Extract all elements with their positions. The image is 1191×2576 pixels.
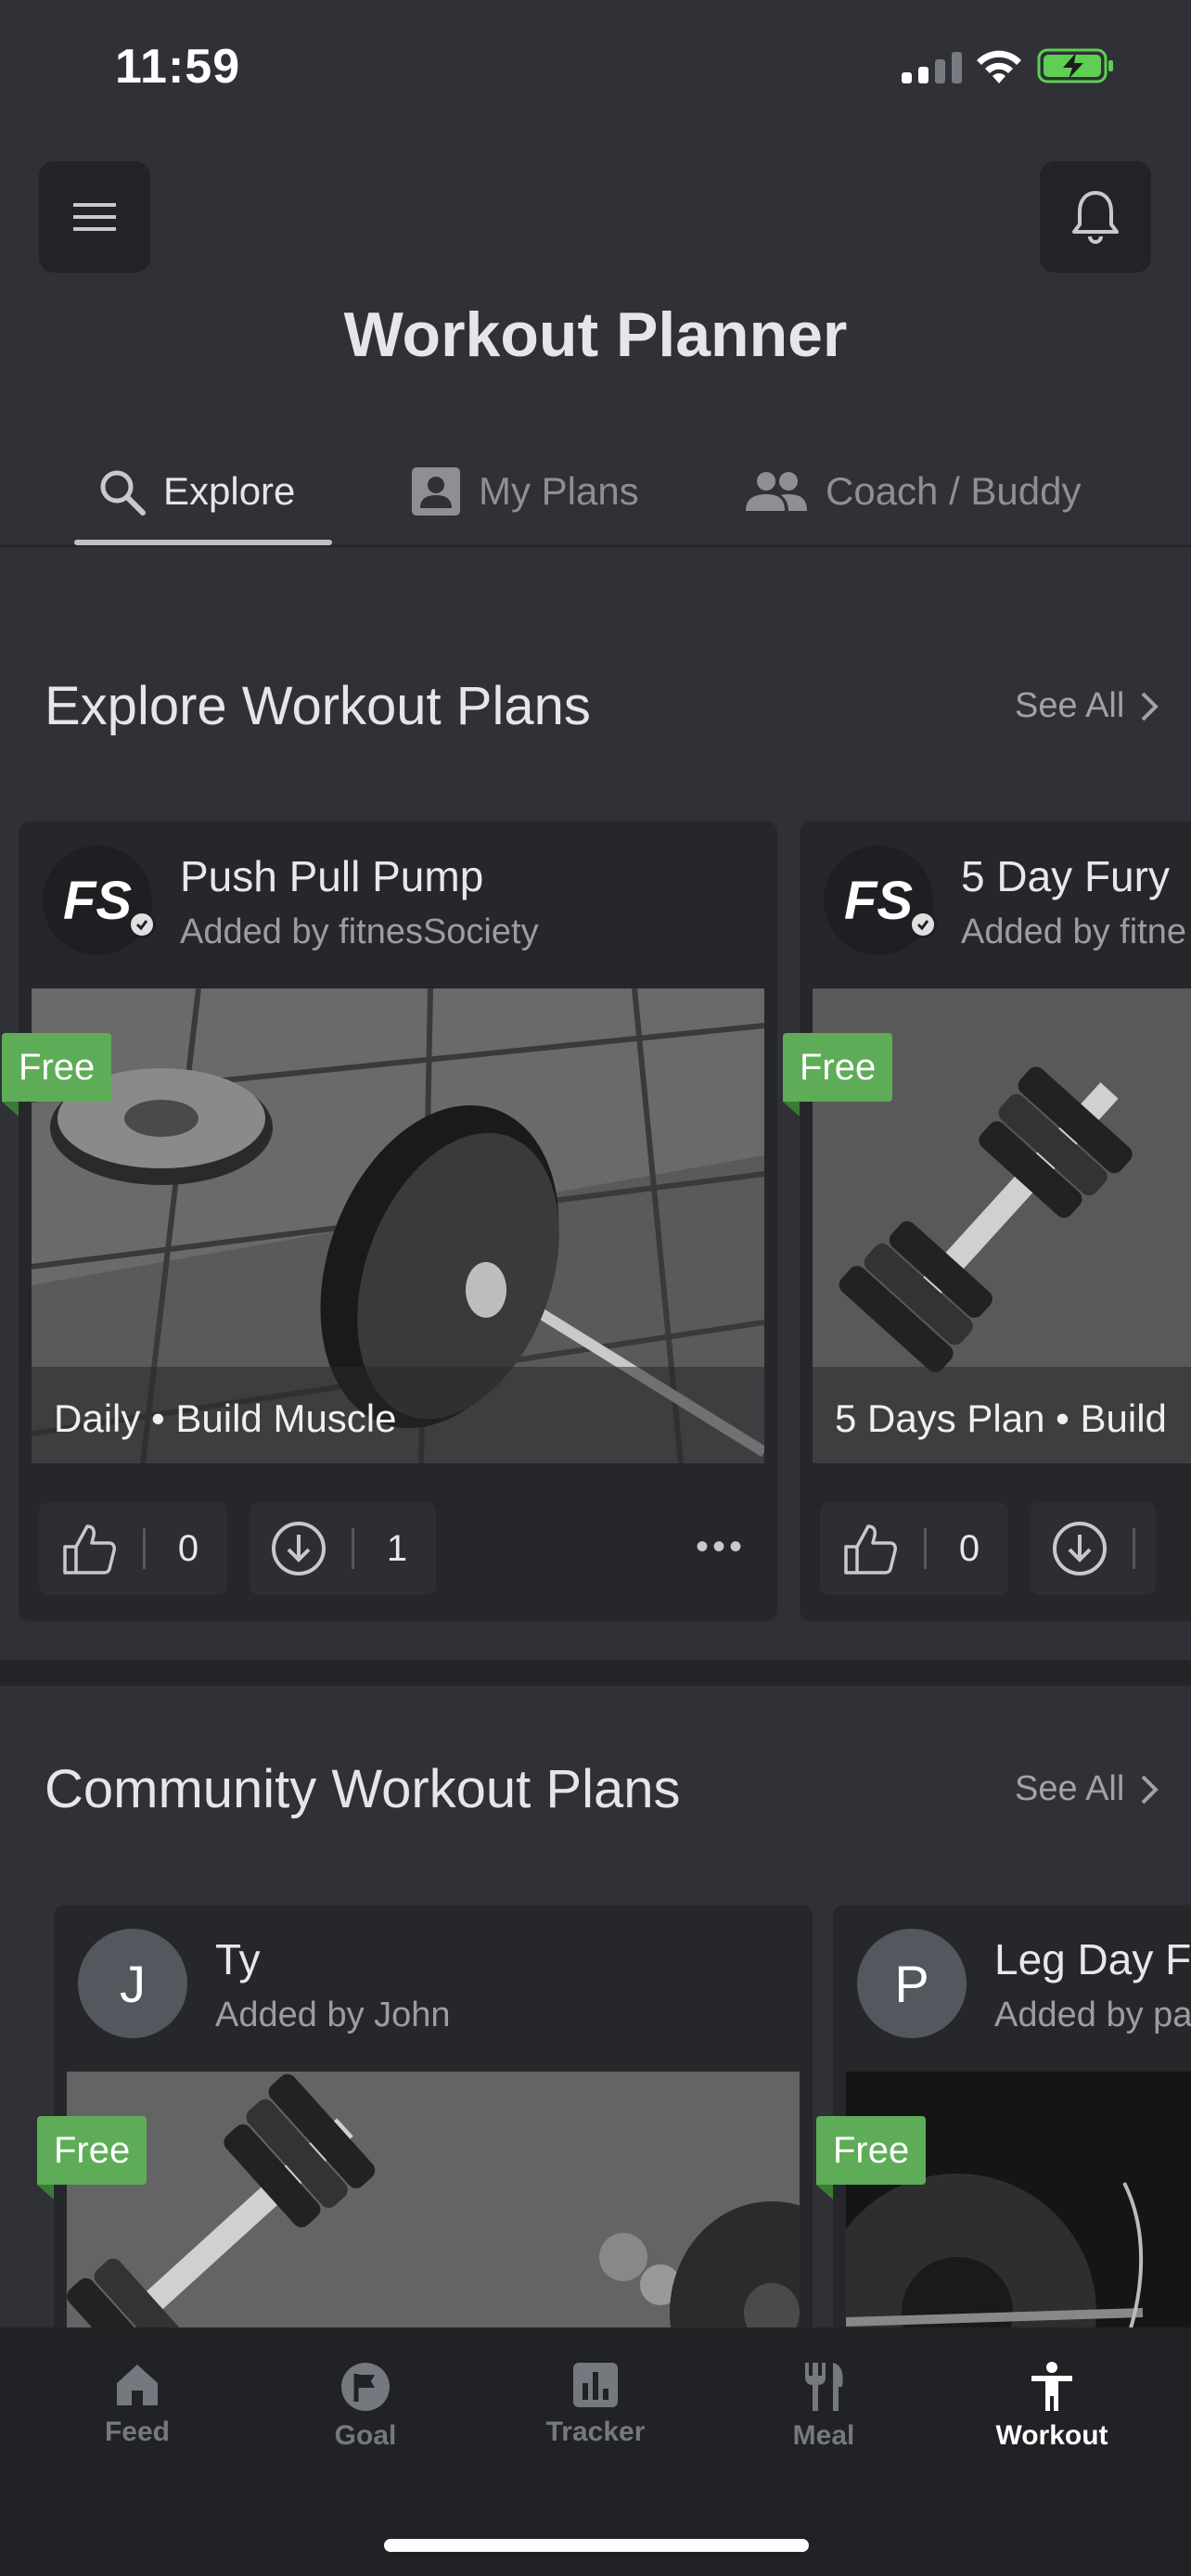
nav-tracker[interactable]: Tracker (503, 2361, 688, 2448)
fitness-society-avatar: FS (824, 846, 937, 955)
avatar-initials: FS (62, 870, 133, 931)
tab-my-plans[interactable]: My Plans (410, 436, 639, 547)
bar-chart-icon (573, 2363, 618, 2407)
chevron-right-icon (1141, 1775, 1159, 1804)
community-section-title: Community Workout Plans (45, 1759, 681, 1819)
nav-label: Goal (334, 2420, 397, 2451)
battery-charging-icon (1037, 48, 1113, 83)
cellular-signal-icon (902, 52, 962, 83)
free-badge: Free (816, 2116, 927, 2200)
person-card-icon (412, 467, 460, 516)
plan-title: 5 Day Fury (961, 852, 1170, 900)
wifi-icon (977, 50, 1021, 83)
fork-knife-icon (805, 2363, 843, 2411)
card-actions: 0 (820, 1502, 1156, 1595)
workout-plan-card[interactable]: FS Push Pull Pump Added by fitnesSociety… (2, 822, 777, 1621)
download-circle-icon (1053, 1522, 1107, 1575)
home-indicator[interactable] (384, 2539, 809, 2552)
tab-coach-buddy[interactable]: Coach / Buddy (744, 436, 1082, 547)
see-all-label: See All (1015, 1769, 1125, 1808)
plan-caption: Daily • Build Muscle (54, 1396, 397, 1440)
plan-title: Push Pull Pump (180, 852, 484, 900)
home-icon (117, 2365, 158, 2405)
people-icon (746, 472, 807, 511)
download-circle-icon (272, 1522, 326, 1575)
download-count: 1 (386, 1527, 408, 1569)
plan-title: Leg Day F (994, 1935, 1191, 1983)
menu-button[interactable] (39, 161, 150, 273)
status-time: 11:59 (115, 40, 241, 94)
nav-goal[interactable]: Goal (273, 2361, 458, 2452)
avatar-initial: P (894, 1954, 929, 2013)
download-button[interactable] (1031, 1502, 1156, 1595)
nav-label: Workout (995, 2420, 1108, 2451)
user-avatar: P (857, 1929, 967, 2038)
separator (1133, 1528, 1135, 1569)
nav-feed[interactable]: Feed (45, 2361, 230, 2448)
verified-badge-icon (128, 911, 156, 938)
plan-author: Added by pa (994, 1996, 1191, 2034)
person-icon (1031, 2362, 1072, 2411)
notifications-button[interactable] (1040, 161, 1151, 273)
plan-title: Ty (215, 1935, 261, 1983)
like-count: 0 (177, 1527, 199, 1569)
separator (924, 1528, 927, 1569)
fitness-society-avatar: FS (43, 846, 156, 955)
like-button[interactable]: 0 (820, 1502, 1008, 1595)
free-badge: Free (2, 1033, 112, 1116)
explore-see-all-link[interactable]: See All (1015, 686, 1159, 726)
status-bar: 11:59 (0, 0, 1191, 130)
chevron-right-icon (1141, 692, 1159, 721)
free-badge: Free (37, 2116, 147, 2200)
download-button[interactable]: 1 (250, 1502, 436, 1595)
tab-label: Explore (163, 469, 296, 513)
nav-workout[interactable]: Workout (959, 2361, 1145, 2452)
plan-author: Added by John (215, 1996, 451, 2034)
tab-label: Coach / Buddy (826, 469, 1082, 513)
active-tab-indicator (74, 540, 332, 545)
barbell-photo: Daily • Build Muscle (32, 988, 764, 1463)
thumbs-up-icon (63, 1524, 116, 1575)
nav-meal[interactable]: Meal (731, 2361, 916, 2452)
app-screen: 11:59 Workout Planner Explore My Plans C… (0, 0, 1191, 2576)
tab-bar: Explore My Plans Coach / Buddy (0, 436, 1191, 547)
bell-icon (1072, 191, 1119, 244)
plan-caption: 5 Days Plan • Build (835, 1396, 1167, 1440)
section-divider (0, 1660, 1191, 1686)
tab-label: My Plans (479, 469, 639, 513)
separator (143, 1528, 146, 1569)
separator (352, 1528, 354, 1569)
nav-label: Tracker (545, 2417, 646, 2447)
flag-icon (341, 2363, 390, 2411)
search-icon (100, 470, 146, 516)
community-see-all-link[interactable]: See All (1015, 1769, 1159, 1809)
plan-author: Added by fitnesSociety (180, 912, 539, 951)
explore-section-title: Explore Workout Plans (45, 676, 591, 736)
card-actions: 0 1 (39, 1502, 436, 1595)
like-button[interactable]: 0 (39, 1502, 227, 1595)
avatar-initial: J (120, 1954, 146, 2013)
page-title: Workout Planner (343, 300, 848, 370)
verified-badge-icon (909, 911, 937, 938)
nav-label: Meal (792, 2420, 855, 2451)
thumbs-up-icon (844, 1524, 897, 1575)
plan-author: Added by fitne (961, 912, 1186, 951)
more-options-icon[interactable]: ••• (696, 1526, 746, 1568)
see-all-label: See All (1015, 686, 1125, 725)
like-count: 0 (958, 1527, 980, 1569)
nav-label: Feed (104, 2417, 171, 2447)
tab-explore[interactable]: Explore (96, 436, 295, 547)
free-badge: Free (783, 1033, 893, 1116)
user-avatar: J (78, 1929, 187, 2038)
hamburger-icon (73, 203, 116, 231)
workout-plan-card[interactable]: FS 5 Day Fury Added by fitne Free 5 Days… (783, 822, 1191, 1621)
avatar-initials: FS (843, 870, 914, 931)
